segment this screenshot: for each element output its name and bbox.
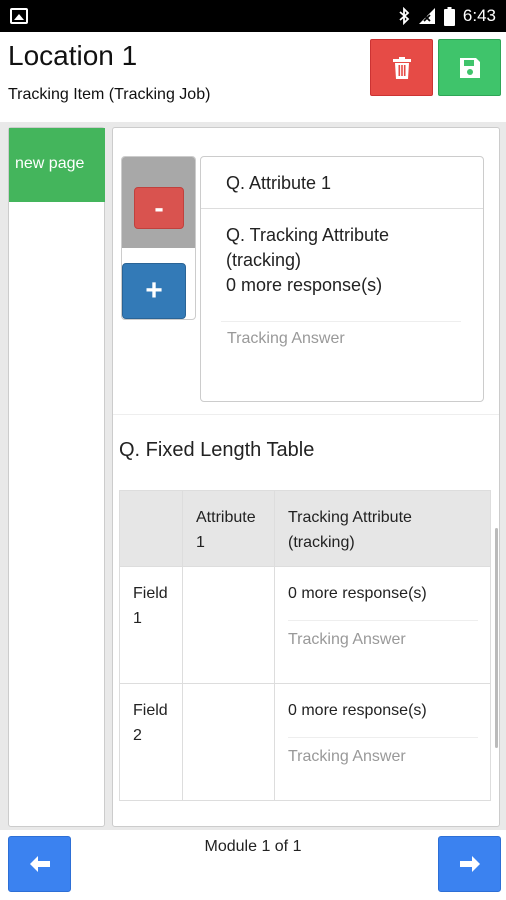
table-title: Q. Fixed Length Table — [119, 439, 315, 461]
bluetooth-icon — [399, 7, 410, 25]
scrollbar[interactable] — [495, 528, 498, 748]
table-header-row: Attribute 1 Tracking Attribute (tracking… — [119, 490, 491, 567]
page-title: Location 1 — [8, 40, 138, 71]
previous-button[interactable] — [8, 836, 71, 892]
trash-icon — [392, 56, 411, 79]
row-field-label: Field 2 — [119, 683, 183, 801]
tracking-cell: 0 more response(s) Tracking Answer — [274, 566, 491, 684]
battery-icon — [443, 6, 455, 26]
save-button[interactable] — [438, 39, 501, 96]
remove-row-button[interactable]: - — [134, 187, 184, 229]
floppy-disk-icon — [459, 57, 480, 78]
row-field-label: Field 1 — [119, 566, 183, 684]
column-header — [119, 490, 183, 567]
question-header: Q. Attribute 1 — [201, 157, 483, 209]
system-icons: 6:43 — [398, 6, 496, 26]
column-header: Attribute 1 — [182, 490, 275, 567]
footer: Module 1 of 1 — [0, 830, 506, 900]
next-button[interactable] — [438, 836, 501, 892]
signal-icon — [418, 8, 435, 24]
table-row: Field 1 0 more response(s) Tracking Answ… — [119, 566, 491, 684]
add-row-button[interactable]: + — [122, 263, 186, 319]
clock: 6:43 — [462, 6, 496, 25]
responses-count[interactable]: 0 more response(s) — [288, 581, 478, 606]
divider — [113, 414, 499, 415]
fixed-length-table: Attribute 1 Tracking Attribute (tracking… — [119, 490, 491, 801]
column-header: Tracking Attribute (tracking) — [274, 490, 491, 567]
tracking-answer-field[interactable]: Tracking Answer — [288, 620, 478, 652]
question-card: Q. Attribute 1 Q. Tracking Attribute (tr… — [200, 156, 484, 402]
header: Location 1 Tracking Item (Tracking Job) — [0, 32, 506, 122]
arrow-left-icon — [29, 856, 50, 872]
sidebar-item-new-page[interactable]: new page — [9, 128, 105, 202]
arrow-right-icon — [459, 856, 480, 872]
module-indicator: Module 1 of 1 — [204, 838, 302, 855]
table-row: Field 2 0 more response(s) Tracking Answ… — [119, 683, 491, 801]
page-sidebar: new page — [8, 127, 105, 827]
delete-button[interactable] — [370, 39, 433, 96]
main-content: - + Q. Attribute 1 Q. Tracking Attribute… — [112, 127, 500, 827]
page-subtitle: Tracking Item (Tracking Job) — [8, 86, 211, 103]
tracking-answer-field[interactable]: Tracking Answer — [288, 737, 478, 769]
attribute-cell[interactable] — [182, 566, 275, 684]
attribute-cell[interactable] — [182, 683, 275, 801]
responses-count[interactable]: 0 more response(s) — [226, 273, 466, 298]
tracking-cell: 0 more response(s) Tracking Answer — [274, 683, 491, 801]
tracking-answer-field[interactable]: Tracking Answer — [221, 321, 461, 355]
status-bar: 6:43 — [0, 0, 506, 32]
responses-count[interactable]: 0 more response(s) — [288, 698, 478, 723]
image-notification-icon — [10, 8, 28, 24]
row-controls: - + — [121, 156, 196, 320]
tracking-question-label: Q. Tracking Attribute (tracking) — [226, 225, 390, 270]
tracking-question: Q. Tracking Attribute (tracking) 0 more … — [226, 223, 466, 298]
